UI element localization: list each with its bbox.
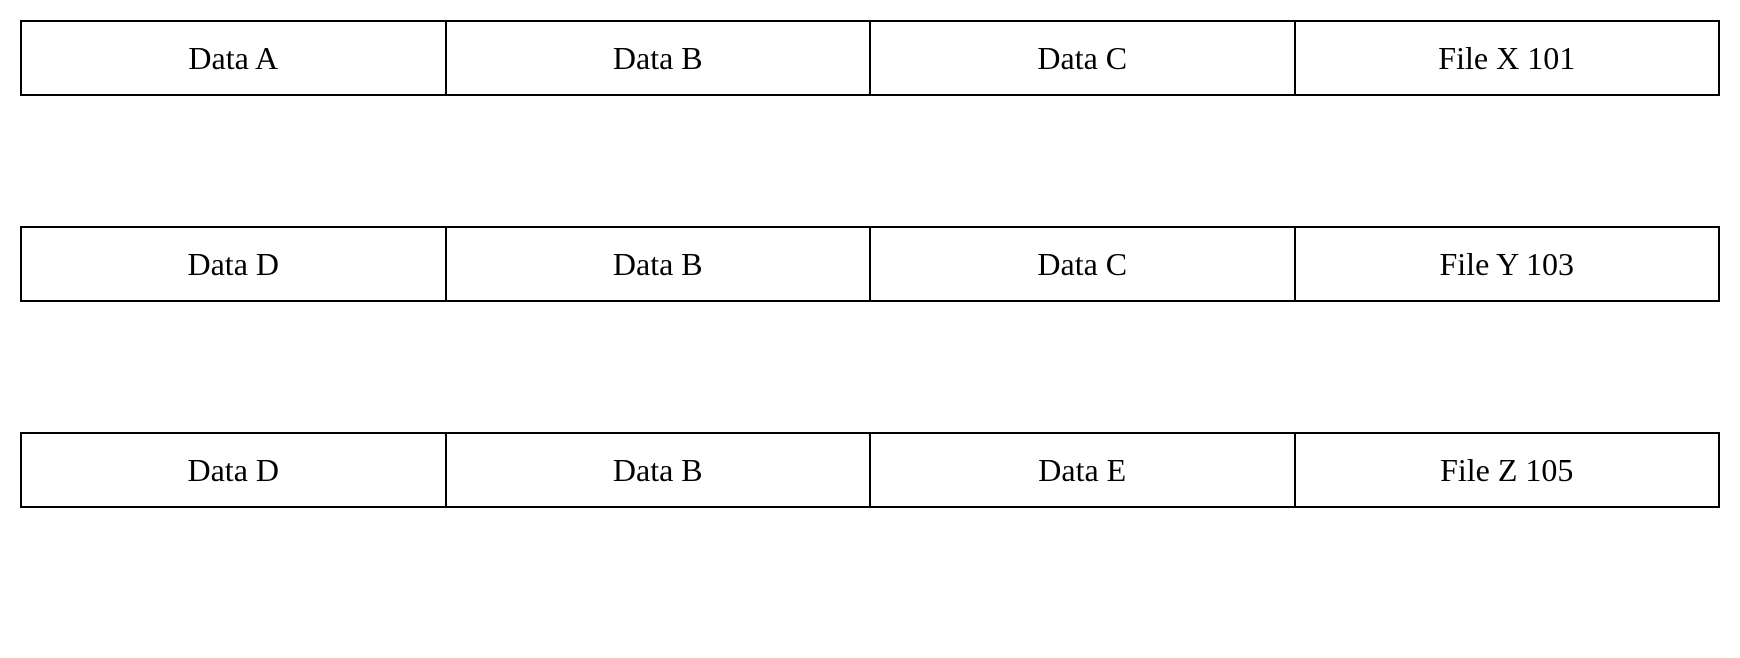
table-cell: Data B [447, 228, 872, 300]
table-cell: Data B [447, 22, 872, 94]
table-cell: Data E [871, 434, 1296, 506]
table-cell: File Y 103 [1296, 228, 1719, 300]
table-row: Data D Data B Data C File Y 103 [20, 226, 1720, 302]
table-cell: Data C [871, 228, 1296, 300]
table-row: Data A Data B Data C File X 101 [20, 20, 1720, 96]
table-cell: File X 101 [1296, 22, 1719, 94]
table-cell: Data D [22, 434, 447, 506]
table-cell: Data A [22, 22, 447, 94]
table-row: Data D Data B Data E File Z 105 [20, 432, 1720, 508]
table-cell: Data B [447, 434, 872, 506]
table-cell: File Z 105 [1296, 434, 1719, 506]
table-cell: Data D [22, 228, 447, 300]
table-cell: Data C [871, 22, 1296, 94]
